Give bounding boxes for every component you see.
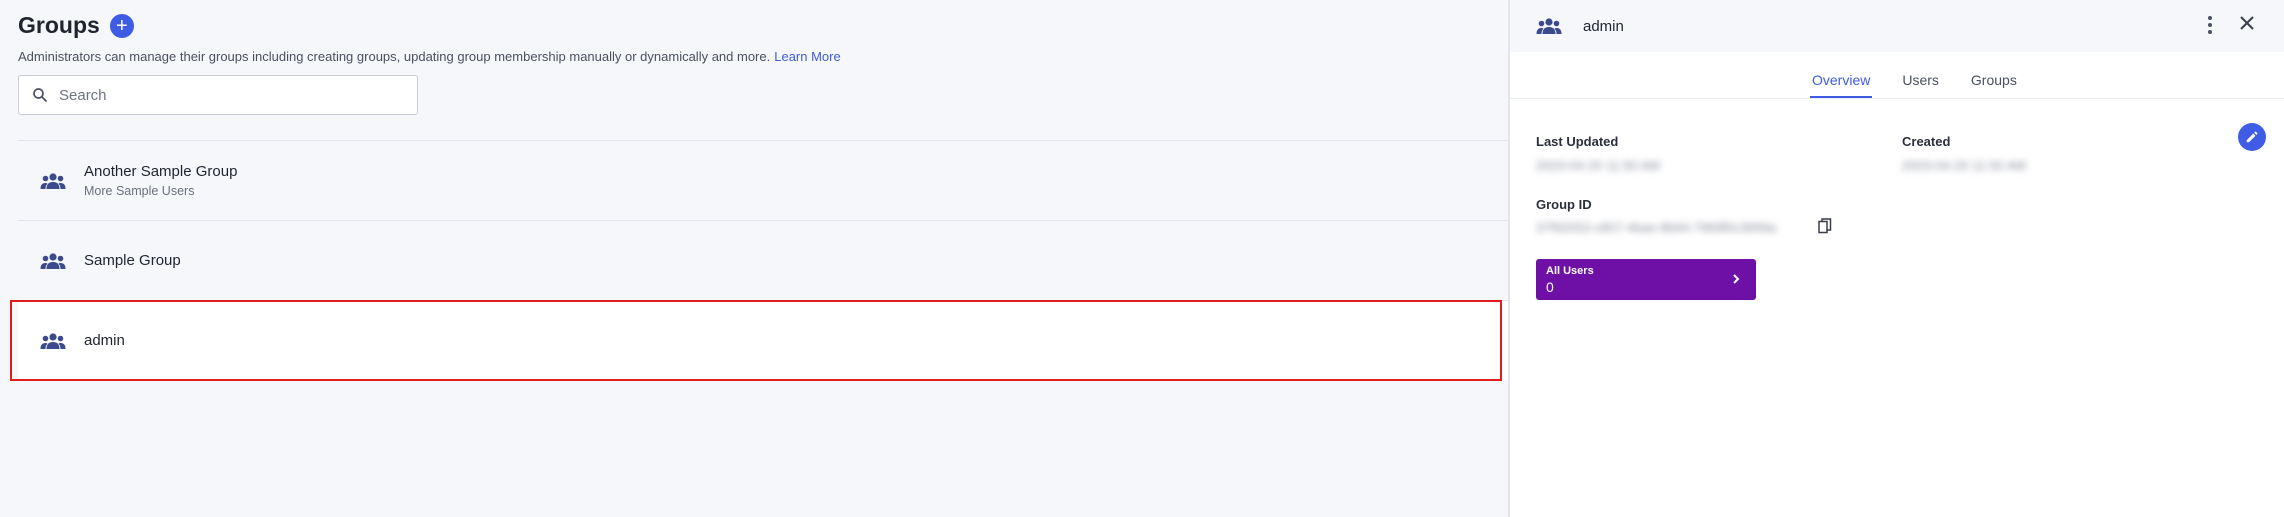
chevron-right-icon [1733,274,1740,284]
copy-icon[interactable] [1818,218,1832,234]
last-updated-label: Last Updated [1536,134,1619,149]
learn-more-link[interactable]: Learn More [774,49,840,64]
detail-header: admin [1510,0,2284,52]
detail-title: admin [1583,17,1624,35]
group-text: Sample Group [84,252,181,269]
all-users-tile[interactable]: All Users 0 [1536,259,1756,300]
pencil-icon [2246,131,2258,143]
close-icon[interactable] [2234,10,2260,36]
search-box[interactable] [18,75,418,115]
page-header: Groups + [18,12,134,39]
description-text: Administrators can manage their groups i… [18,49,771,64]
detail-tabs: Overview Users Groups [1810,70,2047,98]
selected-row-outline [10,300,1502,381]
page-description: Administrators can manage their groups i… [18,49,841,64]
group-detail-panel: admin Overview Users Groups Last Updated… [1508,0,2284,517]
group-icon [40,172,66,189]
tab-overview[interactable]: Overview [1810,70,1873,98]
search-input[interactable] [59,86,399,104]
groups-list-panel: Groups + Administrators can manage their… [0,0,1508,517]
kebab-icon[interactable] [2204,12,2216,38]
group-row-another-sample-group[interactable]: Another Sample Group More Sample Users [18,140,1508,220]
created-value: 2023-04-20 11:50 AM [1902,158,2027,173]
add-group-button[interactable]: + [109,13,134,38]
group-name: Another Sample Group [84,163,238,180]
tab-users[interactable]: Users [1900,70,1941,98]
all-users-count: 0 [1546,279,1554,295]
page-title: Groups [18,12,100,38]
group-icon [40,252,66,269]
tabs-divider [1510,98,2284,99]
tab-groups[interactable]: Groups [1969,70,2019,98]
last-updated-value: 2023-04-20 11:50 AM [1536,158,1661,173]
group-name: Sample Group [84,252,181,269]
group-text: Another Sample Group More Sample Users [84,163,237,198]
created-label: Created [1902,134,1951,149]
group-id-value: 37f92052-c807-4bae-8b94-7969f0c3999a [1536,220,1776,235]
edit-button[interactable] [2238,123,2266,151]
group-icon [1536,18,1562,34]
group-row-sample-group[interactable]: Sample Group [18,220,1508,300]
group-description: More Sample Users [84,184,195,198]
all-users-label: All Users [1546,265,1594,277]
search-icon [33,88,47,102]
group-id-label: Group ID [1536,197,1592,212]
plus-icon: + [115,14,128,37]
